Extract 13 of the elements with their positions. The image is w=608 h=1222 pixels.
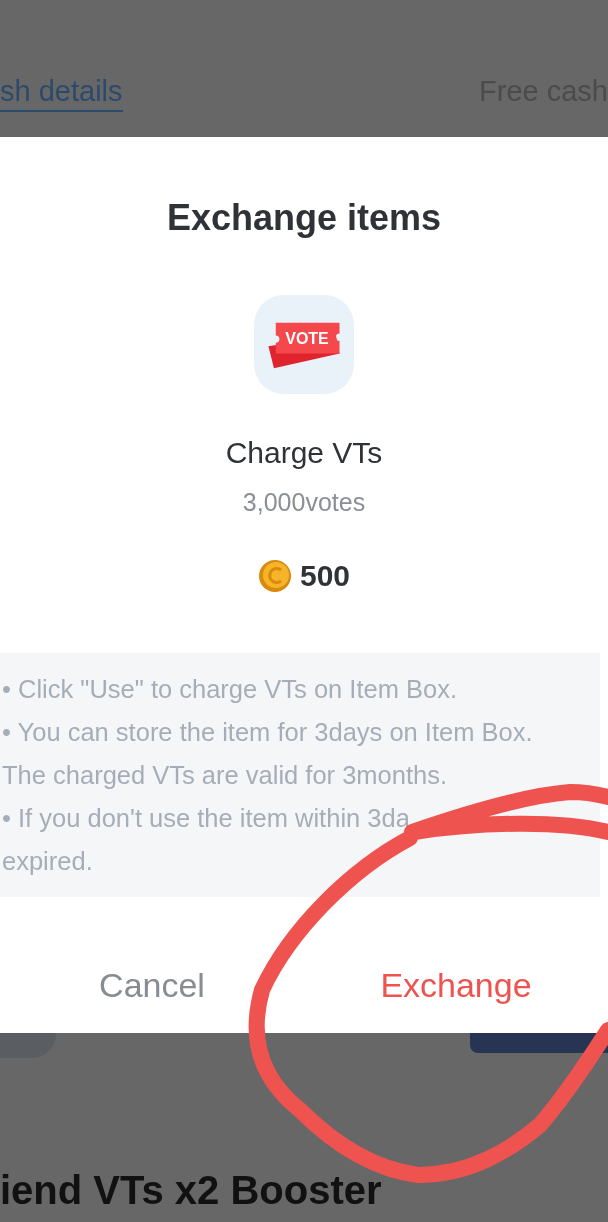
item-name: Charge VTs [225,436,383,470]
note-text: • Click "Use" to charge VTs on Item Box. [2,674,459,705]
note-text: • If you don't use the item within 3da [2,803,411,834]
ticket-icon: VOTE [254,295,354,394]
price-value: 500 [299,559,351,593]
item-amount: 3,000votes [242,488,366,517]
dialog-title: Exchange items [166,197,442,239]
note-text: expired. [2,846,94,877]
coin-icon [257,559,292,593]
note-text: • You can store the item for 3days on Item Box. The charged VTs are valid for 3months. [2,717,534,791]
section-title: iend VTs x2 Booster [0,1168,383,1213]
confirm-button[interactable]: Exchange [304,937,608,1033]
cancel-button[interactable]: Cancel [0,937,304,1033]
